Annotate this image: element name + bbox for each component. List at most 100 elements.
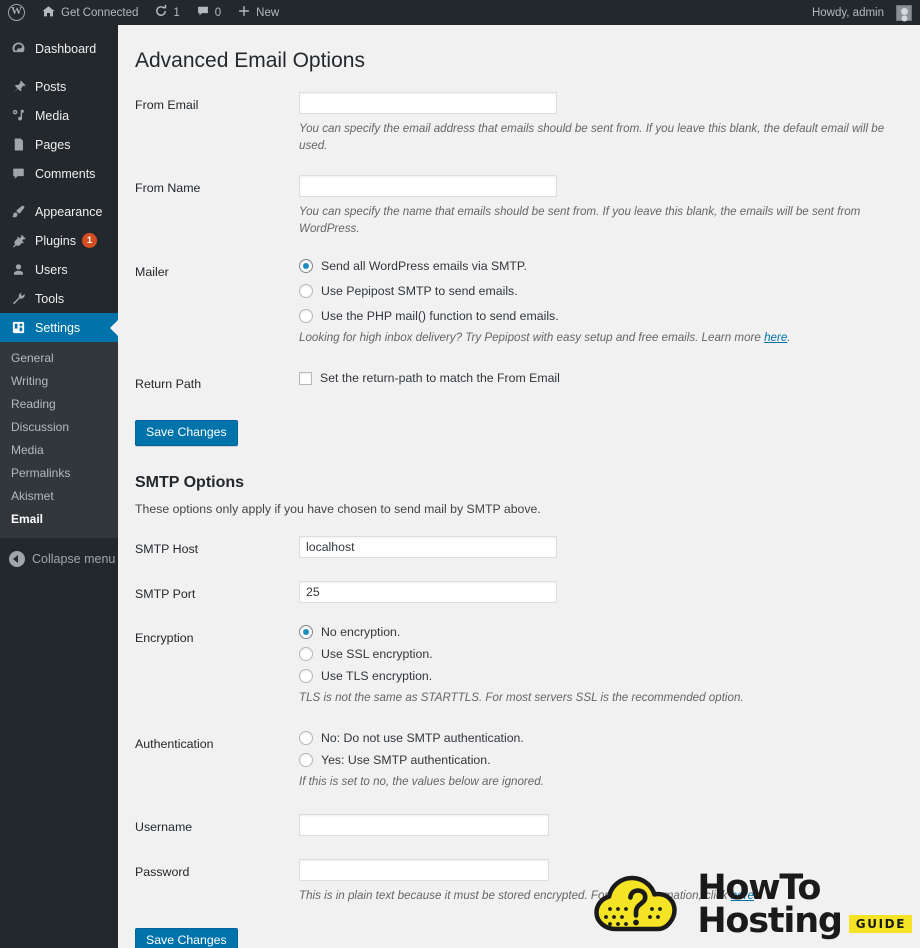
encryption-option-none[interactable]: No encryption. <box>299 624 900 639</box>
site-name-menu[interactable]: Get Connected <box>33 0 146 25</box>
field-row-from-email: From Email You can specify the email add… <box>135 92 900 155</box>
field-row-smtp-port: SMTP Port <box>135 580 900 603</box>
field-row-mailer: Mailer Send all WordPress emails via SMT… <box>135 259 900 347</box>
from-email-input[interactable] <box>299 92 557 115</box>
mailer-option-phpmail[interactable]: Use the PHP mail() function to send emai… <box>299 309 900 324</box>
sidebar-item-comments[interactable]: Comments <box>0 159 118 188</box>
from-name-label: From Name <box>135 180 201 195</box>
sidebar-label: Plugins <box>35 233 76 248</box>
field-row-from-name: From Name You can specify the name that … <box>135 174 900 238</box>
return-path-label: Return Path <box>135 377 202 392</box>
from-name-input[interactable] <box>299 174 557 197</box>
save-changes-button-advanced[interactable]: Save Changes <box>135 419 238 447</box>
mailer-option-label: Send all WordPress emails via SMTP. <box>321 259 527 274</box>
user-icon <box>9 261 28 279</box>
radio-indicator <box>299 646 313 661</box>
mailer-option-pepipost[interactable]: Use Pepipost SMTP to send emails. <box>299 284 900 299</box>
smtp-options-title: SMTP Options <box>135 474 245 492</box>
username-input[interactable] <box>299 814 549 837</box>
authentication-option-yes[interactable]: Yes: Use SMTP authentication. <box>299 752 900 767</box>
sidebar-label: Appearance <box>35 204 103 219</box>
menu-spacer-top <box>0 25 118 34</box>
sidebar-item-pages[interactable]: Pages <box>0 130 118 159</box>
encryption-option-ssl[interactable]: Use SSL encryption. <box>299 646 900 661</box>
mailer-option-label: Use the PHP mail() function to send emai… <box>321 309 559 324</box>
page-title: Advanced Email Options <box>135 49 365 72</box>
radio-indicator <box>299 668 313 683</box>
submenu-item-email[interactable]: Email <box>0 508 118 531</box>
from-name-hint: You can specify the name that emails sho… <box>299 204 861 235</box>
password-input[interactable] <box>299 858 549 881</box>
smtp-host-input[interactable] <box>299 536 557 559</box>
checkbox-indicator <box>299 371 312 385</box>
authentication-option-label: Yes: Use SMTP authentication. <box>321 752 491 767</box>
new-content-menu[interactable]: New <box>229 0 287 25</box>
smtp-host-control <box>299 536 900 559</box>
submenu-item-reading[interactable]: Reading <box>0 393 118 416</box>
sidebar-item-users[interactable]: Users <box>0 255 118 284</box>
admin-bar: Get Connected 1 0 New Howdy, admin <box>0 0 920 25</box>
pin-icon <box>9 78 28 96</box>
authentication-label: Authentication <box>135 736 214 751</box>
radio-indicator <box>299 284 313 299</box>
avatar <box>896 4 912 21</box>
encryption-option-tls[interactable]: Use TLS encryption. <box>299 668 900 683</box>
return-path-checkbox-row[interactable]: Set the return-path to match the From Em… <box>299 371 900 385</box>
sidebar-label: Users <box>35 262 68 277</box>
encryption-control: No encryption. Use SSL encryption. Use T… <box>299 624 900 707</box>
submenu-item-writing[interactable]: Writing <box>0 370 118 393</box>
cloud-question-mark-icon <box>590 871 686 938</box>
field-row-encryption: Encryption No encryption. Use SSL encryp… <box>135 624 900 707</box>
from-email-control: You can specify the email address that e… <box>299 92 900 155</box>
smtp-port-input[interactable] <box>299 580 557 603</box>
my-account-menu[interactable]: Howdy, admin <box>804 0 920 25</box>
sidebar-label: Posts <box>35 79 67 94</box>
sidebar-item-dashboard[interactable]: Dashboard <box>0 34 118 63</box>
wordpress-logo-icon <box>8 3 25 21</box>
authentication-control: No: Do not use SMTP authentication. Yes:… <box>299 730 900 791</box>
submenu-item-akismet[interactable]: Akismet <box>0 485 118 508</box>
main-content: Advanced Email Options From Email You ca… <box>118 25 920 948</box>
submenu-item-general[interactable]: General <box>0 347 118 370</box>
mailer-hint-pre: Looking for high inbox delivery? Try Pep… <box>299 331 765 345</box>
settings-wrap: Advanced Email Options From Email You ca… <box>118 25 920 948</box>
sidebar-label: Comments <box>35 166 96 181</box>
radio-indicator <box>299 752 313 767</box>
save-changes-button-smtp[interactable]: Save Changes <box>135 927 238 948</box>
submenu-item-discussion[interactable]: Discussion <box>0 416 118 439</box>
wrench-icon <box>9 290 28 308</box>
smtp-port-label: SMTP Port <box>135 586 196 601</box>
plus-icon <box>237 4 251 21</box>
logo-guide-badge: GUIDE <box>848 914 912 933</box>
wp-logo-menu[interactable] <box>0 0 33 25</box>
sidebar-item-appearance[interactable]: Appearance <box>0 197 118 226</box>
collapse-menu-button[interactable]: Collapse menu <box>0 544 118 574</box>
submenu-item-permalinks[interactable]: Permalinks <box>0 462 118 485</box>
authentication-option-no[interactable]: No: Do not use SMTP authentication. <box>299 730 900 745</box>
site-name-label: Get Connected <box>61 6 139 19</box>
howdy-label: Howdy, admin <box>811 6 884 19</box>
mailer-hint-link[interactable]: here <box>764 331 787 344</box>
smtp-host-label: SMTP Host <box>135 542 199 557</box>
mailer-option-smtp[interactable]: Send all WordPress emails via SMTP. <box>299 259 900 274</box>
sidebar-item-tools[interactable]: Tools <box>0 284 118 313</box>
return-path-control: Set the return-path to match the From Em… <box>299 371 900 393</box>
sidebar-item-media[interactable]: Media <box>0 101 118 130</box>
admin-bar-right: Howdy, admin <box>804 0 920 25</box>
submenu-item-media[interactable]: Media <box>0 439 118 462</box>
plugins-update-badge: 1 <box>82 233 97 248</box>
updates-menu[interactable]: 1 <box>146 0 187 25</box>
dashboard-icon <box>9 40 28 58</box>
comments-menu[interactable]: 0 <box>188 0 229 25</box>
sidebar-item-settings[interactable]: Settings <box>0 313 118 342</box>
sidebar-item-plugins[interactable]: Plugins 1 <box>0 226 118 255</box>
mailer-hint-post: . <box>787 331 791 345</box>
field-row-return-path: Return Path Set the return-path to match… <box>135 371 900 393</box>
sidebar-item-posts[interactable]: Posts <box>0 72 118 101</box>
sidebar-label: Settings <box>35 320 81 335</box>
mailer-hint: Looking for high inbox delivery? Try Pep… <box>299 330 900 347</box>
radio-indicator <box>299 259 313 274</box>
username-control <box>299 814 900 837</box>
authentication-hint: If this is set to no, the values below a… <box>299 774 544 788</box>
radio-indicator <box>299 309 313 324</box>
